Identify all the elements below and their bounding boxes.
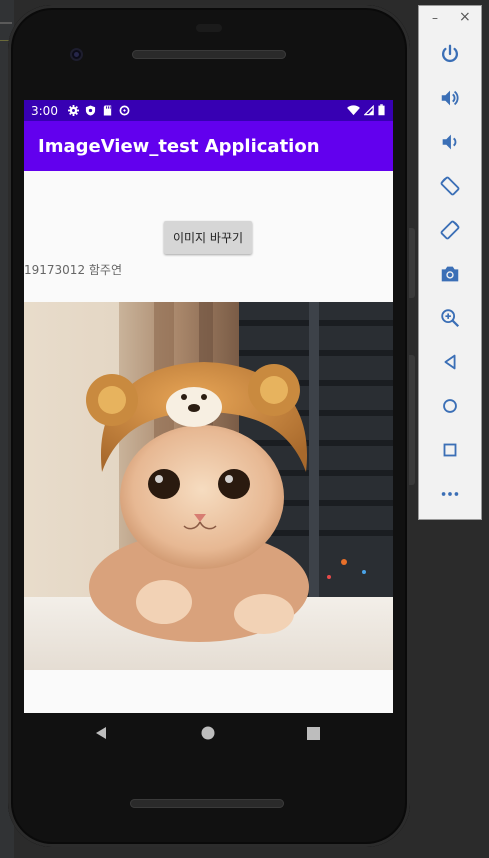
status-time: 3:00 — [31, 103, 58, 118]
navigation-bar — [24, 713, 393, 753]
top-speaker — [132, 50, 286, 59]
status-right-icons — [347, 104, 385, 116]
app-bar: ImageView_test Application — [24, 121, 393, 171]
power-button[interactable] — [428, 36, 472, 72]
back-button[interactable] — [428, 344, 472, 380]
volume-up-icon — [441, 90, 459, 106]
emulator-toolbar-header: – × — [419, 6, 481, 32]
data-saver-icon — [119, 105, 130, 116]
volume-down-icon — [442, 134, 457, 150]
settings-gear-icon — [67, 105, 79, 116]
camera-icon — [441, 266, 459, 282]
nav-overview-icon[interactable] — [307, 727, 320, 740]
more-dots-icon — [441, 492, 459, 496]
student-caption: 19173012 함주연 — [24, 263, 123, 277]
overview-button[interactable] — [428, 432, 472, 468]
shield-icon — [85, 105, 96, 116]
rotate-right-button[interactable] — [428, 212, 472, 248]
volume-up-button[interactable] — [428, 80, 472, 116]
status-bar: 3:00 — [24, 100, 393, 121]
phone-volume-key — [409, 355, 415, 485]
back-triangle-icon — [444, 354, 456, 370]
battery-icon — [378, 104, 385, 116]
wifi-icon — [347, 104, 360, 115]
power-icon — [441, 44, 459, 63]
cat-bear-hat-illustration — [24, 302, 393, 670]
nav-back-icon[interactable] — [94, 726, 108, 740]
overview-square-icon — [443, 443, 457, 457]
nav-home-icon[interactable] — [201, 726, 215, 740]
front-camera-icon — [70, 48, 83, 61]
more-button[interactable] — [428, 476, 472, 512]
ide-background-line — [0, 22, 12, 24]
phone-power-key — [409, 228, 415, 298]
cat-photo-image[interactable] — [24, 302, 393, 670]
screenshot-button[interactable] — [428, 256, 472, 292]
zoom-icon — [441, 309, 460, 328]
sd-card-icon — [102, 105, 113, 116]
emulator-toolbar: – × — [418, 5, 482, 520]
close-button[interactable]: × — [459, 9, 471, 25]
cell-signal-icon — [364, 104, 374, 115]
bottom-speaker — [130, 799, 284, 808]
rotate-left-icon — [440, 176, 460, 196]
home-circle-icon — [443, 399, 457, 413]
phone-sensor — [196, 24, 222, 32]
device-screen: 3:00 ImageView_test Application 이미지 바꾸기 … — [24, 100, 393, 713]
home-button[interactable] — [428, 388, 472, 424]
rotate-right-icon — [440, 220, 460, 240]
change-image-button[interactable]: 이미지 바꾸기 — [164, 221, 252, 254]
minimize-button[interactable]: – — [432, 11, 438, 25]
app-title: ImageView_test Application — [38, 135, 320, 157]
rotate-left-button[interactable] — [428, 168, 472, 204]
zoom-button[interactable] — [428, 300, 472, 336]
volume-down-button[interactable] — [428, 124, 472, 160]
